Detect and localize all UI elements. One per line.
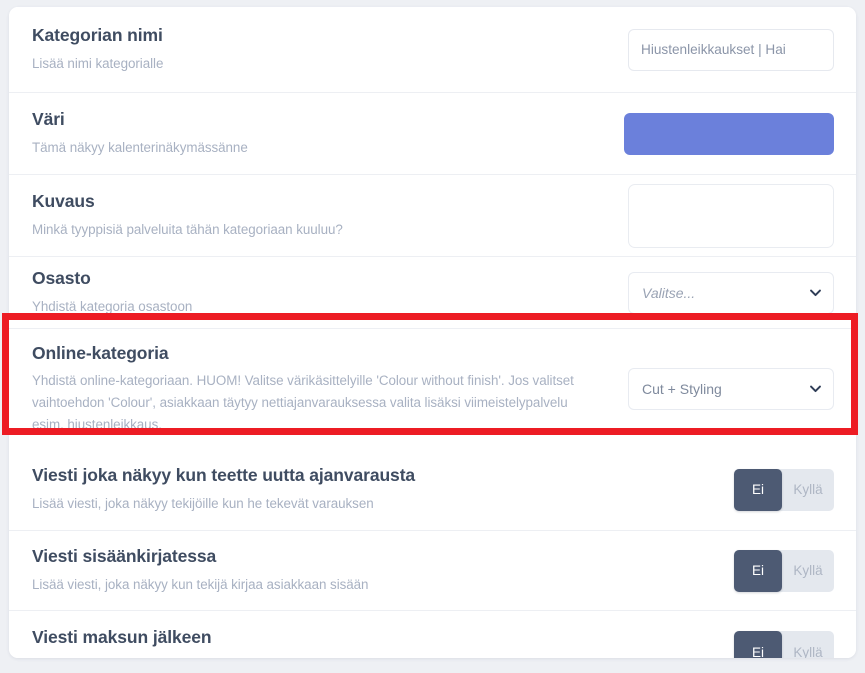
row-description-description: Minkä tyyppisiä palveluita tähän kategor…	[32, 221, 343, 237]
color-swatch-picker[interactable]	[624, 112, 834, 155]
category-name-input[interactable]: Hiustenleikkaukset | Hai	[628, 28, 834, 71]
row-online-category-title: Online-kategoria	[32, 342, 169, 363]
row-message-new-booking-description: Lisää viesti, joka näkyy tekijöille kun …	[32, 495, 374, 511]
online-category-select[interactable]: Cut + Styling	[628, 368, 834, 410]
category-description-textarea[interactable]	[628, 183, 834, 248]
row-message-after-payment-title: Viesti maksun jälkeen	[32, 627, 212, 648]
toggle-option-yes[interactable]: Kyllä	[782, 550, 834, 592]
row-description-control	[616, 183, 834, 248]
row-color-title: Väri	[32, 108, 65, 129]
row-message-new-booking-control: Ei Kyllä	[616, 468, 834, 511]
toggle-option-yes[interactable]: Kyllä	[782, 469, 834, 511]
row-message-checkin-control: Ei Kyllä	[616, 549, 834, 592]
row-message-checkin-text: Viesti sisäänkirjatessa Lisää viesti, jo…	[32, 546, 616, 596]
row-message-new-booking-title: Viesti joka näkyy kun teette uutta ajanv…	[32, 464, 416, 485]
row-online-category: Online-kategoria Yhdistä online-kategori…	[9, 329, 856, 449]
row-description: Kuvaus Minkä tyyppisiä palveluita tähän …	[9, 175, 856, 257]
row-message-checkin-description: Lisää viesti, joka näkyy kun tekijä kirj…	[32, 576, 369, 592]
row-message-checkin-title: Viesti sisäänkirjatessa	[32, 545, 217, 566]
toggle-option-no[interactable]: Ei	[734, 631, 782, 658]
row-message-new-booking: Viesti joka näkyy kun teette uutta ajanv…	[9, 449, 856, 531]
row-category-name-control: Hiustenleikkaukset | Hai	[616, 28, 834, 71]
row-color-description: Tämä näkyy kalenterinäkymässänne	[32, 139, 248, 155]
row-message-after-payment-text: Viesti maksun jälkeen Lisää viesti, joka…	[32, 627, 616, 658]
row-osasto-control: Valitse...	[616, 271, 834, 314]
row-osasto-description: Yhdistä kategoria osastoon	[32, 298, 193, 314]
category-settings-card: Kategorian nimi Lisää nimi kategorialle …	[9, 7, 856, 658]
row-category-name-description: Lisää nimi kategorialle	[32, 55, 164, 71]
row-color: Väri Tämä näkyy kalenterinäkymässänne	[9, 93, 856, 175]
row-color-text: Väri Tämä näkyy kalenterinäkymässänne	[32, 109, 616, 159]
row-message-after-payment: Viesti maksun jälkeen Lisää viesti, joka…	[9, 611, 856, 658]
row-color-control	[616, 112, 834, 155]
osasto-select[interactable]: Valitse...	[628, 271, 834, 314]
row-osasto-title: Osasto	[32, 267, 91, 288]
row-category-name-title: Kategorian nimi	[32, 24, 163, 45]
row-message-new-booking-text: Viesti joka näkyy kun teette uutta ajanv…	[32, 465, 616, 515]
row-online-category-text: Online-kategoria Yhdistä online-kategori…	[32, 343, 616, 436]
row-description-title: Kuvaus	[32, 190, 95, 211]
toggle-option-yes[interactable]: Kyllä	[782, 631, 834, 659]
row-osasto: Osasto Yhdistä kategoria osastoon Valits…	[9, 257, 856, 329]
row-category-name: Kategorian nimi Lisää nimi kategorialle …	[9, 7, 856, 93]
row-message-checkin: Viesti sisäänkirjatessa Lisää viesti, jo…	[9, 531, 856, 611]
row-description-text: Kuvaus Minkä tyyppisiä palveluita tähän …	[32, 191, 616, 241]
message-after-payment-toggle[interactable]: Ei Kyllä	[734, 631, 834, 658]
online-category-select-wrapper: Cut + Styling	[628, 368, 834, 410]
row-online-category-control: Cut + Styling	[616, 368, 834, 410]
toggle-option-no[interactable]: Ei	[734, 549, 782, 592]
message-checkin-toggle[interactable]: Ei Kyllä	[734, 549, 834, 592]
row-osasto-text: Osasto Yhdistä kategoria osastoon	[32, 268, 616, 318]
row-message-after-payment-description: Lisää viesti, joka näkyy ajanvarausta ma…	[32, 655, 602, 658]
row-category-name-text: Kategorian nimi Lisää nimi kategorialle	[32, 25, 616, 75]
message-new-booking-toggle[interactable]: Ei Kyllä	[734, 468, 834, 511]
row-online-category-description: Yhdistä online-kategoriaan. HUOM! Valits…	[32, 373, 574, 432]
osasto-select-wrapper: Valitse...	[628, 271, 834, 314]
toggle-option-no[interactable]: Ei	[734, 468, 782, 511]
row-message-after-payment-control: Ei Kyllä	[616, 631, 834, 658]
